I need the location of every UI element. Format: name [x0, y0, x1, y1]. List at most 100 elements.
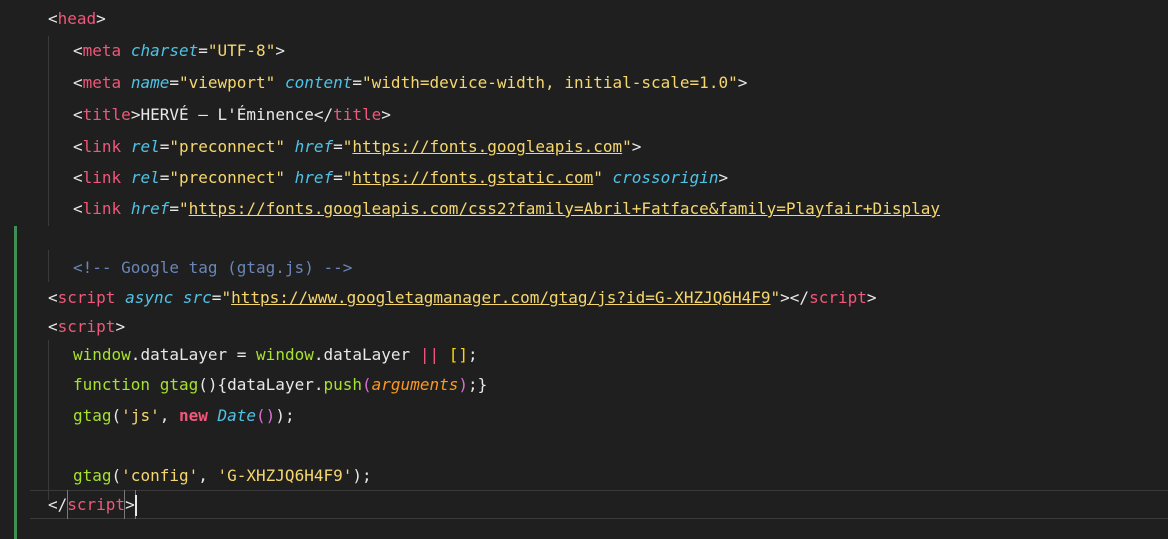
code-token: window	[73, 345, 131, 364]
code-token: <	[73, 199, 83, 218]
code-token: =	[198, 41, 208, 60]
code-token: </	[313, 105, 334, 124]
code-token: <	[48, 288, 58, 307]
code-token: href	[130, 199, 170, 218]
code-token: =	[159, 168, 170, 187]
code-line[interactable]: window.dataLayer = window.dataLayer || […	[48, 340, 478, 369]
code-token: =	[169, 73, 179, 92]
code-token: "	[770, 288, 781, 307]
code-token: (	[111, 406, 122, 425]
code-token: script	[67, 495, 126, 514]
code-token: >	[96, 9, 106, 28]
code-editor[interactable]: <head> <meta charset="UTF-8"> <meta name…	[0, 0, 1168, 539]
code-line[interactable]: <title>HERVÉ — L'Éminence</title>	[48, 100, 391, 129]
code-token: rel	[130, 137, 160, 156]
code-token: 'config'	[121, 466, 199, 485]
code-token: >	[631, 137, 642, 156]
code-line[interactable]: <meta name="viewport" content="width=dev…	[48, 68, 747, 97]
code-token: (	[362, 375, 372, 394]
code-token: <	[48, 317, 58, 336]
code-token: "	[221, 288, 232, 307]
code-token: script	[809, 288, 867, 307]
code-line[interactable]: <link href="https://fonts.googleapis.com…	[48, 194, 940, 223]
code-token: >	[737, 73, 748, 92]
code-token: ||	[419, 345, 440, 364]
code-token: <	[73, 41, 83, 60]
code-token: "viewport"	[178, 73, 276, 92]
code-token: =	[211, 288, 222, 307]
code-token: ;	[468, 375, 478, 394]
code-token: Date	[217, 406, 257, 425]
code-line[interactable]: function gtag(){dataLayer.push(arguments…	[48, 370, 487, 399]
code-token: function	[73, 375, 151, 394]
code-line[interactable]: <meta charset="UTF-8">	[48, 36, 285, 65]
code-token: "	[622, 137, 632, 156]
code-token: <	[73, 168, 83, 187]
code-line[interactable]: <head>	[48, 4, 106, 33]
code-token: >	[866, 288, 877, 307]
code-token: =	[169, 199, 179, 218]
code-token: ></	[780, 288, 810, 307]
code-token: title	[82, 105, 131, 124]
code-line[interactable]: <script>	[48, 312, 125, 341]
code-token: gtag	[73, 406, 112, 425]
code-token: )	[458, 375, 468, 394]
code-token: push	[323, 375, 363, 394]
code-line[interactable]: <script async src="https://www.googletag…	[48, 283, 877, 312]
code-token: }	[477, 375, 488, 394]
code-link[interactable]: https://fonts.gstatic.com	[352, 168, 593, 187]
code-line[interactable]: <link rel="preconnect" href="https://fon…	[48, 132, 641, 161]
code-comment: <!-- Google tag (gtag.js) -->	[73, 258, 353, 277]
code-token: 'G-XHZJQ6H4F9'	[217, 466, 353, 485]
code-token: href	[294, 137, 334, 156]
code-token: "	[178, 199, 189, 218]
code-token: >	[125, 495, 135, 514]
code-token: <	[73, 137, 83, 156]
code-token: >	[275, 41, 285, 60]
code-token: 'js'	[121, 406, 160, 425]
code-link[interactable]: https://fonts.googleapis.com	[352, 137, 622, 156]
code-token: =	[333, 137, 343, 156]
code-token: content	[284, 73, 353, 92]
code-line[interactable]	[48, 226, 73, 255]
code-token: )	[275, 406, 285, 425]
code-token: "width=device-width, initial-scale=1.0"	[362, 73, 738, 92]
code-token: "	[593, 168, 603, 187]
code-token: name	[130, 73, 170, 92]
code-token: title	[333, 105, 382, 124]
code-token: ,	[159, 406, 179, 425]
code-token: gtag	[73, 466, 112, 485]
code-token: =	[227, 345, 257, 364]
code-token: head	[57, 9, 97, 28]
code-line-current[interactable]: </script>	[48, 490, 137, 519]
code-token: ;	[284, 406, 295, 425]
code-token: HERVÉ — L'Éminence	[140, 105, 314, 124]
code-token: []	[448, 345, 468, 364]
code-link[interactable]: https://fonts.googleapis.com/css2?family…	[189, 199, 940, 218]
code-token: src	[182, 288, 212, 307]
code-token: =	[333, 168, 343, 187]
code-token: arguments	[371, 375, 459, 394]
code-line[interactable]: <!-- Google tag (gtag.js) -->	[48, 253, 352, 282]
code-token: script	[57, 317, 116, 336]
matched-bracket: >	[124, 490, 136, 519]
code-token: ()	[256, 406, 276, 425]
code-token: </	[48, 495, 68, 514]
code-token: >	[115, 317, 126, 336]
code-line[interactable]: <link rel="preconnect" href="https://fon…	[48, 163, 728, 192]
code-token: =	[159, 137, 170, 156]
code-token: ()	[198, 375, 218, 394]
code-token: dataLayer	[323, 345, 411, 364]
code-link[interactable]: https://www.googletagmanager.com/gtag/js…	[231, 288, 770, 307]
code-token: link	[82, 168, 122, 187]
code-token: "UTF-8"	[207, 41, 276, 60]
code-line[interactable]: gtag('js', new Date());	[48, 401, 295, 430]
code-line[interactable]: gtag('config', 'G-XHZJQ6H4F9');	[48, 461, 372, 490]
code-line[interactable]	[48, 432, 73, 461]
